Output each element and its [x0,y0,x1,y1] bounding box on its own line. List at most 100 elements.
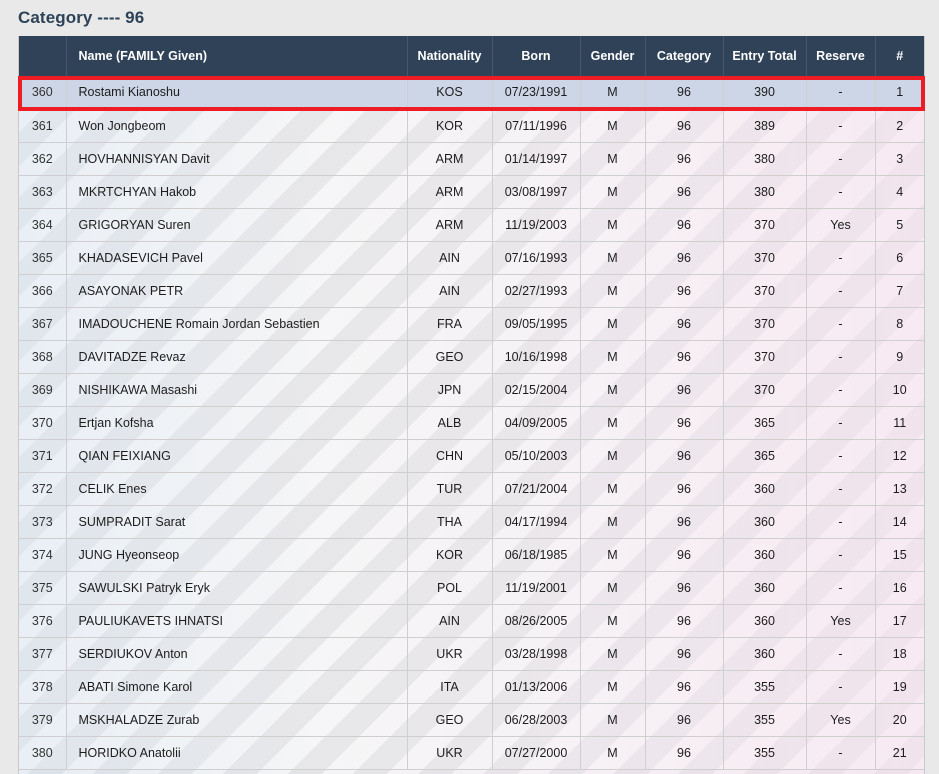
cell-name: SERDIUKOV Anton [66,637,407,670]
cell-gender: M [580,175,645,208]
cell-category: 96 [645,208,723,241]
cell-name: Ertjan Kofsha [66,406,407,439]
cell-name: KHADASEVICH Pavel [66,241,407,274]
table-row[interactable]: 366ASAYONAK PETRAIN02/27/1993M96370-7 [19,274,924,307]
table-row[interactable]: 375SAWULSKI Patryk ErykPOL11/19/2001M963… [19,571,924,604]
cell-category: 96 [645,439,723,472]
cell-gender: M [580,307,645,340]
table-row[interactable]: 378ABATI Simone KarolITA01/13/2006M96355… [19,670,924,703]
cell-rank: 19 [875,670,924,703]
table-header: Name (FAMILY Given) Nationality Born Gen… [19,36,924,76]
table-row[interactable]: 361Won JongbeomKOR07/11/1996M96389-2 [19,109,924,142]
cell-id: 366 [19,274,66,307]
cell-name: HOVHANNISYAN Davit [66,142,407,175]
cell-entry-total: 370 [723,340,806,373]
cell-id: 380 [19,736,66,769]
table-row[interactable]: 372CELIK EnesTUR07/21/2004M96360-13 [19,472,924,505]
table-row[interactable]: 360Rostami KianoshuKOS07/23/1991M96390-1 [19,76,924,109]
cell-rank: 13 [875,472,924,505]
cell-gender: M [580,637,645,670]
cell-nationality: TUR [407,472,492,505]
cell-name: CELIK Enes [66,472,407,505]
cell-gender: M [580,670,645,703]
cell-rank: 16 [875,571,924,604]
table-row[interactable]: 365KHADASEVICH PavelAIN07/16/1993M96370-… [19,241,924,274]
cell-category: 96 [645,406,723,439]
table-row[interactable]: 362HOVHANNISYAN DavitARM01/14/1997M96380… [19,142,924,175]
cell-id: 367 [19,307,66,340]
column-header-name[interactable]: Name (FAMILY Given) [66,36,407,76]
cell-gender: M [580,340,645,373]
cell-nationality: UKR [407,637,492,670]
cell-rank: 10 [875,373,924,406]
cell-name: SUMPRADIT Sarat [66,505,407,538]
column-header-reserve[interactable]: Reserve [806,36,875,76]
cell-gender: M [580,208,645,241]
table-row[interactable]: 368DAVITADZE RevazGEO10/16/1998M96370-9 [19,340,924,373]
table-row[interactable]: 364GRIGORYAN SurenARM11/19/2003M96370Yes… [19,208,924,241]
cell-born: 03/08/1997 [492,175,580,208]
cell-gender: M [580,703,645,736]
cell-name: ASAYONAK PETR [66,274,407,307]
table-row[interactable]: 367IMADOUCHENE Romain Jordan SebastienFR… [19,307,924,340]
page-title: Category ---- 96 [18,4,144,32]
cell-reserve: - [806,142,875,175]
cell-reserve: - [806,736,875,769]
cell-name: SAWULSKI Patryk Eryk [66,571,407,604]
cell-rank: 4 [875,175,924,208]
cell-gender: M [580,241,645,274]
column-header-category[interactable]: Category [645,36,723,76]
table-row[interactable]: 369NISHIKAWA MasashiJPN02/15/2004M96370-… [19,373,924,406]
cell-category: 96 [645,340,723,373]
table-row[interactable]: 380HORIDKO AnatoliiUKR07/27/2000M96355-2… [19,736,924,769]
table-row[interactable]: 374JUNG HyeonseopKOR06/18/1985M96360-15 [19,538,924,571]
cell-entry-total: 360 [723,538,806,571]
table-row[interactable]: 371QIAN FEIXIANGCHN05/10/2003M96365-12 [19,439,924,472]
cell-nationality: CHN [407,439,492,472]
column-header-born[interactable]: Born [492,36,580,76]
cell-reserve: - [806,373,875,406]
table-row[interactable]: 370Ertjan KofshaALB04/09/2005M96365-11 [19,406,924,439]
table-row[interactable]: 377SERDIUKOV AntonUKR03/28/1998M96360-18 [19,637,924,670]
cell-id: 378 [19,670,66,703]
table-row[interactable]: 376PAULIUKAVETS IHNATSIAIN08/26/2005M963… [19,604,924,637]
cell-nationality: POL [407,571,492,604]
cell-id: 365 [19,241,66,274]
cell-nationality: KOR [407,538,492,571]
column-header-nationality[interactable]: Nationality [407,36,492,76]
cell-gender: M [580,472,645,505]
cell-category: 96 [645,637,723,670]
cell-gender: M [580,736,645,769]
cell-born: 06/28/2003 [492,703,580,736]
cell-nationality: KOR [407,109,492,142]
cell-rank: 3 [875,142,924,175]
cell-gender: M [580,571,645,604]
column-header-rank[interactable]: # [875,36,924,76]
table-row[interactable]: 379MSKHALADZE ZurabGEO06/28/2003M96355Ye… [19,703,924,736]
column-header-id[interactable] [19,36,66,76]
cell-born: 06/18/1985 [492,538,580,571]
cell-name: ABATI Simone Karol [66,670,407,703]
cell-id: 371 [19,439,66,472]
cell-rank: 12 [875,439,924,472]
table-header-row: Name (FAMILY Given) Nationality Born Gen… [19,36,924,76]
cell-nationality: UKR [407,736,492,769]
cell-category: 96 [645,505,723,538]
column-header-entry-total[interactable]: Entry Total [723,36,806,76]
cell-gender: M [580,538,645,571]
table-row[interactable]: 373SUMPRADIT SaratTHA04/17/1994M96360-14 [19,505,924,538]
cell-rank: 2 [875,109,924,142]
cell-reserve: - [806,406,875,439]
cell-rank: 21 [875,736,924,769]
table-row[interactable]: 363MKRTCHYAN HakobARM03/08/1997M96380-4 [19,175,924,208]
cell-reserve: - [806,340,875,373]
cell-nationality: THA [407,505,492,538]
cell-id: 369 [19,373,66,406]
cell-name: NISHIKAWA Masashi [66,373,407,406]
cell-entry-total: 389 [723,109,806,142]
column-header-gender[interactable]: Gender [580,36,645,76]
cell-rank: 5 [875,208,924,241]
cell-born: 10/16/1998 [492,340,580,373]
cell-reserve: - [806,109,875,142]
cell-born: 09/05/1995 [492,307,580,340]
